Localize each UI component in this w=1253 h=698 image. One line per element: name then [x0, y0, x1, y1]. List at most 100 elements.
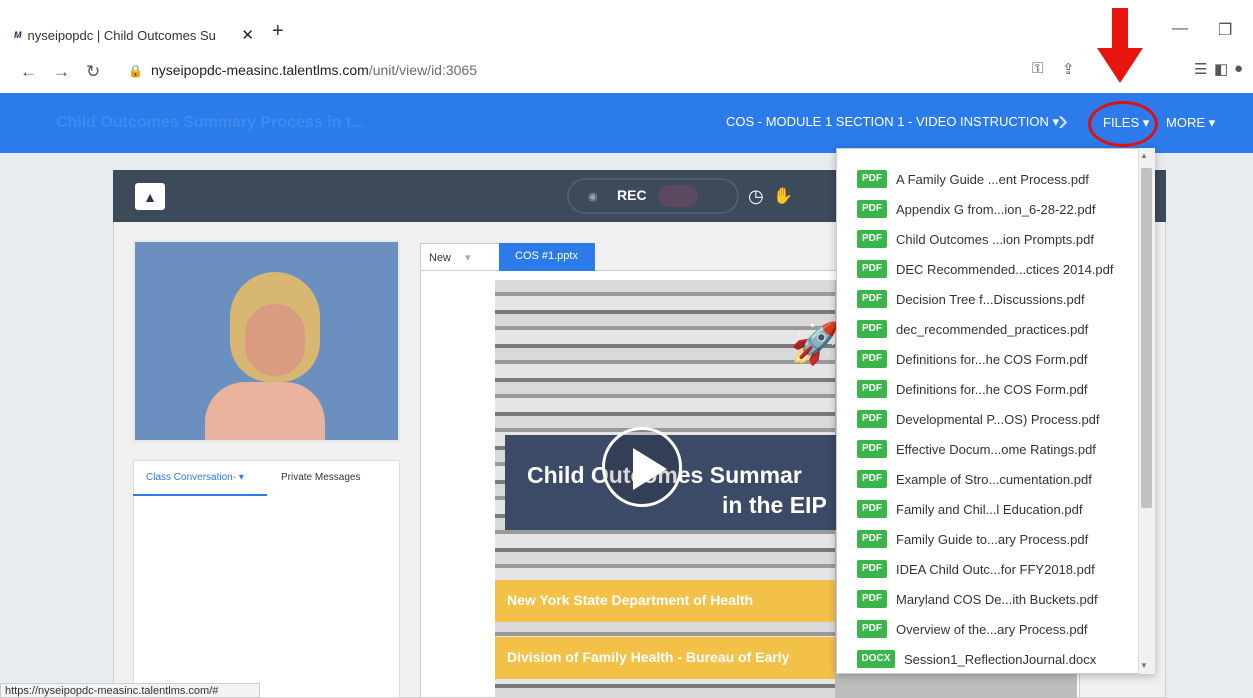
tab-cos-pptx[interactable]: COS #1.pptx	[499, 243, 595, 271]
file-type-badge: PDF	[857, 230, 887, 248]
slide-banner-1: New York State Department of Health	[495, 580, 835, 622]
file-item[interactable]: PDF Definitions for...he COS Form.pdf	[837, 344, 1143, 374]
file-item[interactable]: PDF Example of Stro...cumentation.pdf	[837, 464, 1143, 494]
file-item[interactable]: PDF Family Guide to...ary Process.pdf	[837, 524, 1143, 554]
url-host: nyseipopdc-measinc.talentlms.com	[150, 62, 369, 78]
arrow-shaft	[1112, 8, 1128, 53]
url-field[interactable]: 🔒 nyseipopdc-measinc.talentlms.com/unit/v…	[128, 62, 477, 78]
tab-class-conversation-label: Class Conversation-	[146, 472, 237, 483]
file-item[interactable]: PDF Child Outcomes ...ion Prompts.pdf	[837, 224, 1143, 254]
file-name: Child Outcomes ...ion Prompts.pdf	[896, 231, 1094, 247]
file-name: Definitions for...he COS Form.pdf	[896, 381, 1088, 397]
more-menu-button[interactable]: MORE ▾	[1166, 115, 1215, 131]
file-type-badge: PDF	[857, 500, 887, 518]
file-name: Appendix G from...ion_6-28-22.pdf	[896, 201, 1096, 217]
new-tab-icon[interactable]: +	[272, 20, 284, 43]
webcam-video	[133, 240, 400, 442]
forward-icon[interactable]: →	[53, 62, 70, 82]
file-type-badge: PDF	[857, 440, 887, 458]
screen: M nyseipopdc | Child Outcomes Su ✕ + — ❐…	[0, 0, 1253, 698]
file-name: Maryland COS De...ith Buckets.pdf	[896, 591, 1098, 607]
close-tab-icon[interactable]: ✕	[241, 26, 254, 44]
file-name: Example of Stro...cumentation.pdf	[896, 471, 1092, 487]
timer-icon[interactable]: ◷	[748, 186, 764, 207]
tab-new[interactable]: New ▾	[420, 243, 500, 271]
file-item[interactable]: PDF Family and Chil...l Education.pdf	[837, 494, 1143, 524]
key-icon[interactable]: ⚿	[1032, 60, 1043, 77]
minimize-icon[interactable]: —	[1172, 20, 1188, 38]
file-type-badge: PDF	[857, 170, 887, 188]
unit-selector[interactable]: COS - MODULE 1 SECTION 1 - VIDEO INSTRUC…	[726, 114, 1059, 130]
slide-banner-1-text: New York State Department of Health	[507, 592, 754, 608]
course-title[interactable]: Child Outcomes Summary Process in t...	[56, 114, 365, 132]
annotation-circle	[1088, 101, 1158, 147]
file-item[interactable]: PDF dec_recommended_practices.pdf	[837, 314, 1143, 344]
file-item[interactable]: PDF Overview of the...ary Process.pdf	[837, 614, 1143, 644]
file-type-badge: PDF	[857, 380, 887, 398]
file-item[interactable]: PDF Definitions for...he COS Form.pdf	[837, 374, 1143, 404]
file-name: IDEA Child Outc...for FFY2018.pdf	[896, 561, 1095, 577]
file-name: Decision Tree f...Discussions.pdf	[896, 291, 1085, 307]
file-name: Family Guide to...ary Process.pdf	[896, 531, 1089, 547]
files-dropdown: PDF A Family Guide ...ent Process.pdf PDF A…	[836, 148, 1155, 674]
file-type-badge: PDF	[857, 350, 887, 368]
slide-title-line2: in the EIP	[722, 492, 827, 518]
tab-class-conversation[interactable]: Class Conversation- ▾	[146, 472, 244, 483]
file-name: DEC Recommended...ctices 2014.pdf	[896, 261, 1114, 277]
scroll-up-icon[interactable]: ▲	[1140, 151, 1148, 160]
mic-toggle-icon[interactable]	[658, 185, 698, 207]
reading-list-icon[interactable]: ☰	[1194, 60, 1207, 78]
file-item[interactable]: PDF Decision Tree f...Discussions.pdf	[837, 284, 1143, 314]
file-type-badge: PDF	[857, 590, 887, 608]
status-bar-url: https://nyseipopdc-measinc.talentlms.com…	[0, 683, 260, 698]
presenter-body	[205, 382, 325, 440]
presenter-figure	[205, 272, 325, 440]
file-name: Session1_ReflectionJournal.docx	[904, 651, 1097, 667]
file-item[interactable]: PDF Appendix G from...ion_6-28-22.pdf	[837, 194, 1143, 224]
restore-icon[interactable]: ❐	[1218, 20, 1232, 40]
file-name: Family and Chil...l Education.pdf	[896, 501, 1083, 517]
lock-icon: 🔒	[128, 64, 143, 78]
browser-tab[interactable]: M nyseipopdc | Child Outcomes Su ✕	[14, 20, 260, 50]
play-button[interactable]	[602, 427, 682, 507]
file-item[interactable]: PDF IDEA Child Outc...for FFY2018.pdf	[837, 554, 1143, 584]
file-item[interactable]: PDF A Family Guide ...ent Process.pdf	[837, 164, 1143, 194]
file-type-badge: PDF	[857, 200, 887, 218]
file-name: A Family Guide ...ent Process.pdf	[896, 171, 1089, 187]
file-item[interactable]: PDF Maryland COS De...ith Buckets.pdf	[837, 584, 1143, 614]
file-type-badge: PDF	[857, 260, 887, 278]
play-icon	[633, 448, 667, 490]
browser-tab-title: nyseipopdc | Child Outcomes Su	[27, 27, 216, 43]
file-type-badge: PDF	[857, 470, 887, 488]
raise-hand-icon[interactable]: ✋	[773, 186, 793, 206]
unit-selector-label: COS - MODULE 1 SECTION 1 - VIDEO INSTRUC…	[726, 114, 1049, 129]
share-icon[interactable]: ⇪	[1062, 60, 1075, 78]
file-item[interactable]: DOCX Session1_ReflectionJournal.docx	[837, 644, 1143, 673]
slide-banner-2: Division of Family Health - Bureau of Ea…	[495, 637, 835, 679]
file-type-badge: PDF	[857, 620, 887, 638]
active-tab-indicator	[133, 494, 267, 496]
tab-new-label: New	[429, 252, 452, 264]
scroll-down-icon[interactable]: ▼	[1140, 661, 1148, 670]
chevron-down-icon: ▾	[236, 472, 244, 483]
record-icon[interactable]: ◉	[588, 190, 598, 203]
profile-icon[interactable]: ●	[1234, 60, 1243, 77]
site-favicon-icon: M	[14, 30, 22, 40]
back-icon[interactable]: ←	[20, 62, 37, 82]
rocket-logo-icon: ▲	[135, 183, 165, 210]
file-item[interactable]: PDF DEC Recommended...ctices 2014.pdf	[837, 254, 1143, 284]
reload-icon[interactable]: ↻	[86, 62, 100, 82]
file-item[interactable]: PDF Effective Docum...ome Ratings.pdf	[837, 434, 1143, 464]
file-name: Overview of the...ary Process.pdf	[896, 621, 1088, 637]
scrollbar-thumb[interactable]	[1141, 168, 1152, 508]
file-type-badge: PDF	[857, 410, 887, 428]
files-list: PDF A Family Guide ...ent Process.pdf PDF A…	[837, 164, 1143, 673]
rec-label[interactable]: REC	[617, 187, 647, 203]
slide-banner-2-text: Division of Family Health - Bureau of Ea…	[507, 649, 790, 665]
file-name: Developmental P...OS) Process.pdf	[896, 411, 1100, 427]
file-type-badge: DOCX	[857, 650, 895, 668]
side-panel-icon[interactable]: ◧	[1214, 60, 1228, 78]
tab-private-messages[interactable]: Private Messages	[281, 472, 360, 483]
next-unit-icon[interactable]: ›	[1058, 104, 1068, 138]
file-item[interactable]: PDF Developmental P...OS) Process.pdf	[837, 404, 1143, 434]
